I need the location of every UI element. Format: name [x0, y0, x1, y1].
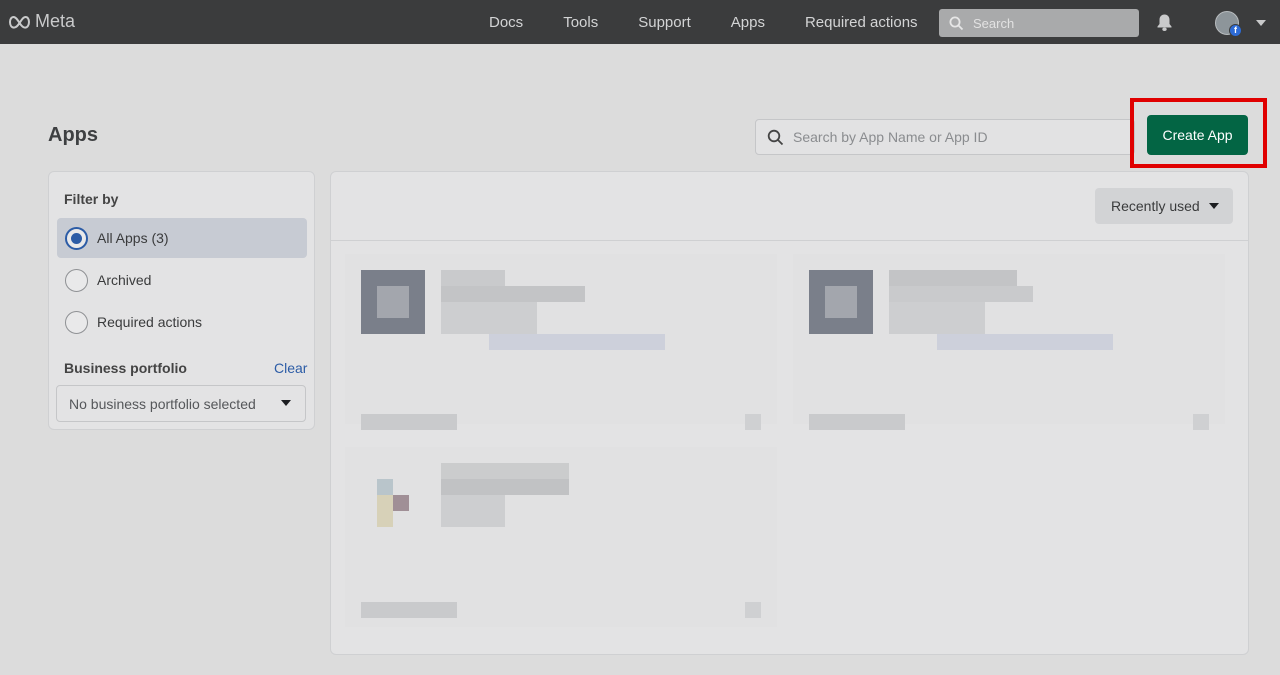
card-footer-redacted [809, 414, 905, 430]
card-footer-redacted [1193, 414, 1209, 430]
app-icon-redacted [377, 495, 393, 527]
sort-label: Recently used [1111, 198, 1200, 214]
app-meta-redacted [441, 495, 505, 527]
business-portfolio-dropdown[interactable]: No business portfolio selected [56, 385, 306, 422]
nav-link-support[interactable]: Support [618, 14, 711, 31]
facebook-badge-icon: f [1229, 24, 1242, 37]
app-name-redacted [889, 286, 1033, 302]
app-meta-redacted [441, 302, 537, 334]
brand-name: Meta [35, 11, 76, 31]
filter-panel: Filter by All Apps (3) Archived Required… [48, 171, 315, 430]
app-meta-redacted [889, 302, 985, 334]
card-footer-redacted [361, 414, 457, 430]
radio-button[interactable] [65, 226, 88, 250]
radio-button[interactable] [65, 268, 88, 292]
app-card[interactable] [345, 447, 791, 627]
meta-logo[interactable]: Meta [8, 11, 75, 32]
app-search-input[interactable] [793, 129, 1113, 145]
app-name-redacted [441, 479, 569, 495]
app-id-redacted [489, 334, 665, 350]
app-search-box[interactable] [755, 119, 1135, 155]
create-app-button[interactable]: Create App [1147, 115, 1248, 155]
caret-down-icon [281, 400, 291, 406]
app-name-redacted [441, 463, 569, 479]
chevron-down-icon[interactable] [1256, 20, 1266, 26]
sort-dropdown[interactable]: Recently used [1095, 188, 1233, 224]
filter-option-label: Required actions [97, 314, 203, 330]
business-portfolio-heading: Business portfolio [64, 360, 187, 376]
meta-infinity-icon [8, 15, 31, 29]
search-icon [949, 16, 964, 30]
app-icon-redacted [377, 479, 393, 495]
notifications-bell-icon[interactable] [1155, 13, 1174, 32]
search-icon [767, 129, 784, 145]
filter-option-label: Archived [97, 272, 152, 288]
app-name-redacted [441, 286, 585, 302]
nav-link-required-actions[interactable]: Required actions [785, 14, 938, 31]
card-footer-redacted [361, 602, 457, 618]
page-title: Apps [48, 124, 98, 146]
filter-option-archived[interactable]: Archived [57, 260, 307, 300]
filter-option-label: All Apps (3) [97, 230, 169, 246]
app-icon-redacted-inner [825, 286, 857, 318]
divider [331, 240, 1248, 241]
top-navigation-bar: Meta Docs Tools Support Apps Required ac… [0, 0, 1280, 44]
radio-button[interactable] [65, 310, 88, 334]
nav-link-docs[interactable]: Docs [469, 14, 543, 31]
nav-link-tools[interactable]: Tools [543, 14, 618, 31]
app-icon-redacted [393, 495, 409, 511]
filter-option-required-actions[interactable]: Required actions [57, 302, 307, 342]
filter-option-all-apps[interactable]: All Apps (3) [57, 218, 307, 258]
caret-down-icon [1209, 203, 1219, 209]
business-portfolio-value: No business portfolio selected [69, 395, 256, 412]
app-card[interactable] [345, 254, 791, 430]
app-icon-redacted-inner [377, 286, 409, 318]
top-search-box[interactable] [939, 9, 1139, 37]
filter-heading: Filter by [64, 191, 119, 207]
nav-link-apps[interactable]: Apps [711, 14, 785, 31]
top-search-input[interactable] [973, 15, 1123, 31]
card-footer-redacted [745, 602, 761, 618]
clear-link[interactable]: Clear [274, 360, 307, 376]
app-name-redacted [441, 270, 505, 286]
top-nav-links: Docs Tools Support Apps Required actions [469, 0, 938, 44]
card-footer-redacted [745, 414, 761, 430]
user-avatar[interactable]: f [1215, 11, 1242, 37]
app-id-redacted [937, 334, 1113, 350]
app-name-redacted [889, 270, 1017, 286]
apps-list-panel: Recently used [330, 171, 1249, 655]
app-card[interactable] [793, 254, 1239, 430]
